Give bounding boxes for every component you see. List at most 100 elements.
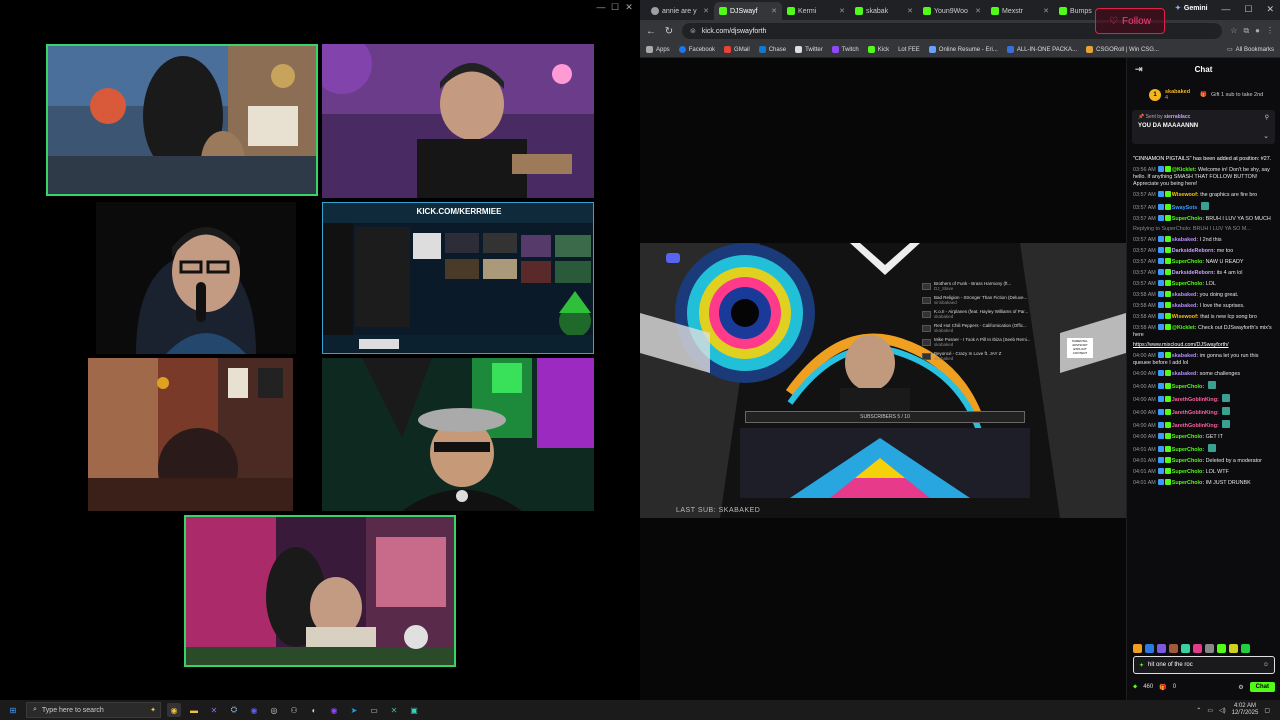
- top-gifter-banner[interactable]: 1 skabaked 4 🎁 Gift 1 sub to take 2nd: [1127, 80, 1280, 110]
- chat-message[interactable]: 03:57 AM skabaked: I 2nd this: [1133, 236, 1275, 244]
- message-username[interactable]: @Kicklet:: [1172, 325, 1197, 331]
- windows-start-icon[interactable]: ⊞: [6, 703, 20, 717]
- chat-message[interactable]: 03:57 AM SuperCholo: NAW U READY: [1133, 258, 1275, 266]
- message-username[interactable]: skabaked:: [1172, 292, 1198, 298]
- chat-message[interactable]: 03:57 AM DarksideReborn: me too: [1133, 247, 1275, 255]
- bookmark-chase[interactable]: Chase: [758, 46, 786, 53]
- chat-message[interactable]: 03:58 AM skabaked: I love the suprises.: [1133, 302, 1275, 310]
- close-icon[interactable]: ✕: [1266, 4, 1274, 15]
- bookmark-twitter[interactable]: Twitter: [795, 46, 823, 53]
- chrome-icon[interactable]: ◉: [167, 703, 181, 717]
- discord-icon[interactable]: ◉: [247, 703, 261, 717]
- message-username[interactable]: DarksideReborn:: [1172, 248, 1215, 254]
- message-username[interactable]: DarksideReborn:: [1172, 270, 1215, 276]
- chat-message[interactable]: 03:58 AM Wisewoof: that is new lcp song b…: [1133, 313, 1275, 321]
- message-username[interactable]: SuperCholo:: [1172, 434, 1204, 440]
- app-icon[interactable]: ✕: [387, 703, 401, 717]
- minimize-icon[interactable]: —: [594, 2, 608, 13]
- chat-message[interactable]: "CINNAMON PIGTAILS" has been added at po…: [1133, 156, 1275, 163]
- send-chat-button[interactable]: Chat: [1249, 682, 1275, 692]
- terminal-icon[interactable]: ▭: [367, 703, 381, 717]
- chat-message[interactable]: 04:00 AM skabaked: some challenges: [1133, 370, 1275, 378]
- minimize-icon[interactable]: —: [1221, 4, 1230, 15]
- message-username[interactable]: SuperCholo:: [1172, 458, 1204, 464]
- message-username[interactable]: skabaked:: [1172, 237, 1198, 243]
- bookmark-resume[interactable]: Online Resume - Eri...: [928, 46, 998, 53]
- maximize-icon[interactable]: ☐: [1244, 4, 1252, 15]
- visual-studio-icon[interactable]: ✕: [207, 703, 221, 717]
- emote-icon[interactable]: [1193, 644, 1202, 653]
- chat-message[interactable]: 03:57 AM SuperCholo: BRUH I LUV YA SO MUC…: [1133, 215, 1275, 223]
- site-info-icon[interactable]: ⊜: [690, 27, 696, 35]
- bookmark-csgoroll[interactable]: CSGORoll | Win CSG...: [1086, 46, 1159, 53]
- twitch-icon[interactable]: ◉: [327, 703, 341, 717]
- message-username[interactable]: JarethGoblinKing:: [1172, 397, 1219, 403]
- tab-youn9woo[interactable]: Youn9Woo ✕: [918, 2, 986, 20]
- emote-quickbar[interactable]: [1133, 644, 1250, 653]
- chat-message[interactable]: 03:58 AM @Kicklet: Check out DJSwayforth'…: [1133, 324, 1275, 339]
- telegram-icon[interactable]: ➤: [347, 703, 361, 717]
- network-icon[interactable]: ▭: [1207, 707, 1213, 714]
- emote-icon[interactable]: [1181, 644, 1190, 653]
- tab-skabak[interactable]: skabak ✕: [850, 2, 918, 20]
- pinned-message[interactable]: 📌 Sent by sierrablacc YOU DA MAAAANNN ⌄ …: [1132, 110, 1275, 144]
- chat-message[interactable]: 04:00 AM SuperCholo: GET IT: [1133, 433, 1275, 441]
- close-icon[interactable]: ✕: [622, 2, 636, 13]
- emote-icon[interactable]: [1133, 644, 1142, 653]
- browser-window-controls[interactable]: — ☐ ✕: [1221, 4, 1274, 15]
- chat-message[interactable]: Replying to SuperCholo: BRUH I LUV YA SO…: [1133, 226, 1275, 233]
- message-username[interactable]: SuperCholo:: [1172, 281, 1204, 287]
- tab-kermi[interactable]: Kermi ✕: [782, 2, 850, 20]
- taskbar-search[interactable]: ⌕ Type here to search ✦: [26, 702, 161, 718]
- close-tab-icon[interactable]: ✕: [771, 7, 777, 15]
- message-username[interactable]: SuperCholo:: [1172, 469, 1204, 475]
- emote-icon[interactable]: [1229, 644, 1238, 653]
- volume-icon[interactable]: ◁): [1219, 707, 1226, 714]
- chevron-up-icon[interactable]: ⌃: [1196, 707, 1201, 714]
- message-username[interactable]: SuperCholo:: [1172, 447, 1204, 453]
- close-tab-icon[interactable]: ✕: [975, 7, 981, 15]
- bookmark-apps[interactable]: Apps: [646, 46, 670, 53]
- profile-icon[interactable]: ●: [1255, 26, 1260, 36]
- taskbar-clock[interactable]: 4:02 AM 12/7/2025: [1232, 703, 1259, 717]
- chat-message[interactable]: 04:00 AM JarethGoblinKing:: [1133, 407, 1275, 417]
- bookmark-twitch[interactable]: Twitch: [831, 46, 859, 53]
- chat-message[interactable]: 04:00 AM JarethGoblinKing:: [1133, 394, 1275, 404]
- emote-icon[interactable]: [1205, 644, 1214, 653]
- chat-message[interactable]: 04:00 AM skabaked: im gonna let you run t…: [1133, 352, 1275, 367]
- message-username[interactable]: JarethGoblinKing:: [1172, 410, 1219, 416]
- tab-annie[interactable]: annie are y ✕: [646, 2, 714, 20]
- all-bookmarks[interactable]: ▭ All Bookmarks: [1227, 46, 1280, 54]
- bookmark-kick[interactable]: Kick: [867, 46, 889, 53]
- emote-icon[interactable]: [1157, 644, 1166, 653]
- app-icon[interactable]: ◐: [307, 703, 321, 717]
- message-username[interactable]: SuperCholo:: [1172, 480, 1204, 486]
- gemini-button[interactable]: ✦ Gemini: [1175, 4, 1208, 13]
- extension-icon[interactable]: ⧉: [1243, 26, 1249, 36]
- follow-overlay-button[interactable]: ♡ Follow: [1095, 8, 1165, 34]
- chat-message[interactable]: 03:57 AM SuperCholo: LOL: [1133, 280, 1275, 288]
- message-username[interactable]: Wisewoof:: [1172, 192, 1199, 198]
- message-username[interactable]: SuperCholo:: [1172, 216, 1204, 222]
- message-username[interactable]: SuperCholo:: [1172, 384, 1204, 390]
- bookmark-gmail[interactable]: GMail: [724, 46, 750, 53]
- chat-message[interactable]: 03:58 AM skabaked: you doing great.: [1133, 291, 1275, 299]
- message-username[interactable]: SuperCholo:: [1172, 259, 1204, 265]
- tab-djswayforth[interactable]: DJSwayf ✕: [714, 2, 782, 20]
- back-icon[interactable]: ←: [646, 26, 656, 37]
- video-player[interactable]: Brothers of Funk - Brass Harmony (ft... D…: [640, 243, 1126, 518]
- chat-message[interactable]: 04:01 AM SuperCholo: LOL WTF: [1133, 468, 1275, 476]
- close-tab-icon[interactable]: ✕: [907, 7, 913, 15]
- bookmark-facebook[interactable]: Facebook: [678, 46, 715, 53]
- app-icon[interactable]: ⚇: [287, 703, 301, 717]
- chat-message[interactable]: 04:00 AM JarethGoblinKing:: [1133, 420, 1275, 430]
- tab-mexstr[interactable]: Mexstr ✕: [986, 2, 1054, 20]
- message-username[interactable]: SwaySots: [1172, 205, 1197, 211]
- notifications-icon[interactable]: ▢: [1264, 707, 1270, 714]
- bookmark-lotfee[interactable]: Lot FEE: [898, 47, 920, 53]
- message-username[interactable]: @Kicklet:: [1172, 167, 1197, 173]
- chat-message[interactable]: 03:57 AM Wisewoof: the graphics are fire …: [1133, 191, 1275, 199]
- message-username[interactable]: skabaked:: [1172, 371, 1198, 377]
- maximize-icon[interactable]: ☐: [608, 2, 622, 13]
- unpin-icon[interactable]: ⚲: [1265, 114, 1269, 121]
